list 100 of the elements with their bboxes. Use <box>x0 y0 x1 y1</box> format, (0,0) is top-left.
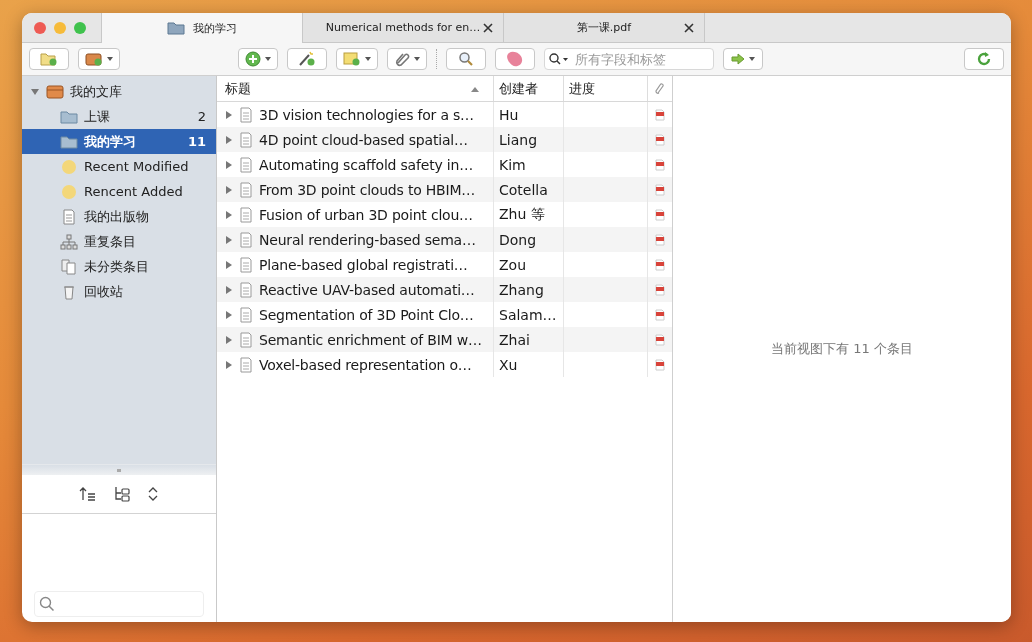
folder-tree-icon[interactable] <box>113 486 131 502</box>
disclosure-icon[interactable] <box>225 134 233 145</box>
pdf-icon[interactable] <box>655 183 665 196</box>
column-header[interactable]: 标题 <box>217 76 494 101</box>
library-tree-item[interactable]: 我的文库 <box>22 79 216 104</box>
disclosure-icon[interactable] <box>225 259 233 270</box>
item-title[interactable]: 4D point cloud-based spatial… <box>259 131 468 148</box>
splitter-handle[interactable] <box>22 464 216 475</box>
document-icon <box>239 231 253 248</box>
column-header[interactable]: 进度 <box>564 76 648 101</box>
disclosure-icon[interactable] <box>225 109 233 120</box>
sidebar-item[interactable]: 我的出版物 <box>22 204 216 229</box>
item-count-message: 当前视图下有 11 个条目 <box>771 340 913 358</box>
locate-button[interactable] <box>723 48 763 70</box>
sidebar-item[interactable]: 回收站 <box>22 279 216 304</box>
circle-icon <box>60 183 78 200</box>
attachment-button[interactable] <box>387 48 427 70</box>
sidebar-item[interactable]: 上课 2 <box>22 104 216 129</box>
item-count: 2 <box>197 109 206 124</box>
pdf-icon[interactable] <box>655 258 665 271</box>
item-title[interactable]: Plane-based global registrati… <box>259 256 468 273</box>
sidebar-item[interactable]: Rencent Added <box>22 179 216 204</box>
tag-selector-button[interactable] <box>495 48 535 70</box>
item-title[interactable]: Automating scaffold safety in… <box>259 156 473 173</box>
disclosure-icon[interactable] <box>225 309 233 320</box>
sidebar-item[interactable]: Recent Modified <box>22 154 216 179</box>
search-icon[interactable] <box>549 53 569 65</box>
sort-icon[interactable] <box>79 486 97 502</box>
search-field[interactable]: 所有字段和标签 <box>544 48 714 70</box>
disclosure-icon[interactable] <box>225 209 233 220</box>
folder-icon <box>60 134 78 149</box>
library-menu-button[interactable] <box>78 48 120 70</box>
sidebar-item[interactable]: 我的学习 11 <box>22 129 216 154</box>
caret-icon <box>107 57 113 61</box>
caret-icon <box>749 57 755 61</box>
item-title[interactable]: Segmentation of 3D Point Clo… <box>259 306 474 323</box>
documents-icon <box>60 258 78 275</box>
pdf-icon[interactable] <box>655 108 665 121</box>
new-item-button[interactable] <box>238 48 278 70</box>
pdf-icon[interactable] <box>655 358 665 371</box>
pdf-icon[interactable] <box>655 133 665 146</box>
new-note-button[interactable] <box>336 48 378 70</box>
item-title[interactable]: Voxel-based representation o… <box>259 356 472 373</box>
note-icon <box>343 51 361 67</box>
plus-circle-icon <box>245 51 261 67</box>
pdf-icon[interactable] <box>655 158 665 171</box>
magic-wand-button[interactable] <box>287 48 327 70</box>
pdf-icon[interactable] <box>655 308 665 321</box>
folder-icon <box>60 109 78 124</box>
new-collection-button[interactable] <box>29 48 69 70</box>
sidebar-item[interactable]: 未分类条目 <box>22 254 216 279</box>
close-button[interactable] <box>34 21 46 34</box>
document-icon <box>239 331 253 348</box>
disclosure-icon[interactable] <box>225 234 233 245</box>
advanced-search-button[interactable] <box>446 48 486 70</box>
pdf-icon[interactable] <box>655 208 665 221</box>
circle-icon <box>60 158 78 175</box>
disclosure-icon[interactable] <box>225 334 233 345</box>
document-icon <box>239 156 253 173</box>
folder-icon <box>167 21 185 35</box>
disclosure-icon[interactable] <box>30 86 40 97</box>
item-creator: Xu <box>499 356 518 373</box>
item-title[interactable]: 3D vision technologies for a s… <box>259 106 474 123</box>
document-icon <box>239 181 253 198</box>
search-icon <box>39 596 55 612</box>
item-creator: Dong <box>499 231 537 248</box>
pdf-icon[interactable] <box>655 333 665 346</box>
sidebar-item[interactable]: 重复条目 <box>22 229 216 254</box>
tag-filter-field[interactable] <box>34 591 204 617</box>
paperclip-icon[interactable] <box>655 82 665 95</box>
item-title[interactable]: Semantic enrichment of BIM w… <box>259 331 482 348</box>
item-creator: Zou <box>499 256 527 273</box>
pdf-icon[interactable] <box>655 283 665 296</box>
pdf-icon[interactable] <box>655 233 665 246</box>
disclosure-icon[interactable] <box>225 284 233 295</box>
document-icon <box>239 256 253 273</box>
document-icon <box>239 306 253 323</box>
item-title[interactable]: From 3D point clouds to HBIM… <box>259 181 476 198</box>
item-title[interactable]: Reactive UAV-based automati… <box>259 281 475 298</box>
column-header[interactable]: 创建者 <box>494 76 564 101</box>
tab[interactable]: 我的学习 <box>101 13 302 43</box>
caret-icon <box>265 57 271 61</box>
caret-icon <box>414 57 420 61</box>
library-icon <box>85 52 103 66</box>
item-title[interactable]: Neural rendering-based sema… <box>259 231 476 248</box>
close-icon[interactable] <box>483 22 493 33</box>
disclosure-icon[interactable] <box>225 359 233 370</box>
expand-collapse-icon[interactable] <box>147 486 159 502</box>
disclosure-icon[interactable] <box>225 159 233 170</box>
document-icon <box>239 106 253 123</box>
magic-wand-icon <box>298 51 316 67</box>
sync-icon <box>976 51 992 67</box>
disclosure-icon[interactable] <box>225 184 233 195</box>
item-title[interactable]: Fusion of urban 3D point clou… <box>259 206 473 223</box>
item-creator: Zhu 等 <box>499 205 545 224</box>
sync-button[interactable] <box>964 48 1004 70</box>
close-icon[interactable] <box>684 22 694 33</box>
item-count: 11 <box>187 134 206 149</box>
new-folder-icon <box>40 52 58 66</box>
arrow-icon <box>731 53 745 65</box>
